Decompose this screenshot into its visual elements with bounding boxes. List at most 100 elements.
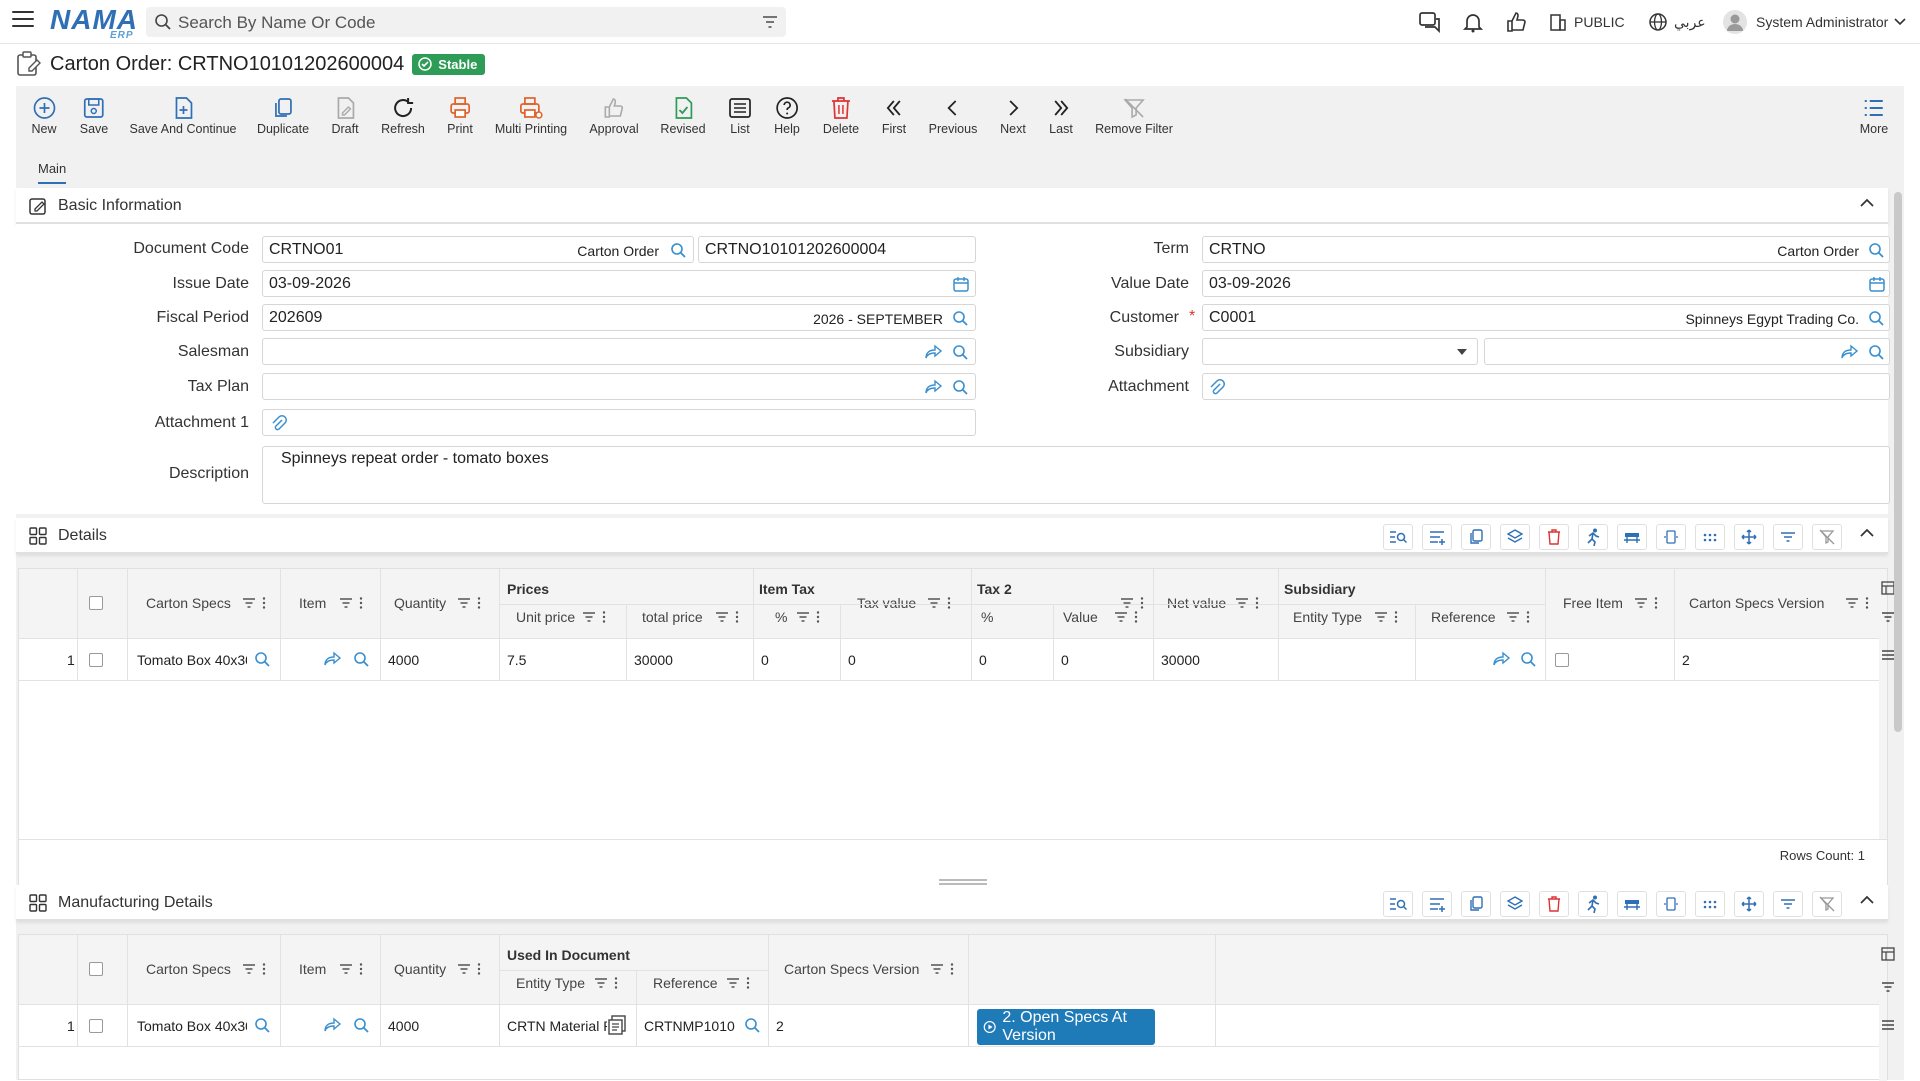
print-button[interactable]: Print [447, 94, 473, 136]
col-entity-type[interactable]: Entity Type [516, 975, 585, 991]
app-logo[interactable]: NAMA ERP [50, 4, 138, 41]
customer-field[interactable]: C0001 Spinneys Egypt Trading Co. [1202, 304, 1890, 331]
open-specs-at-version-button[interactable]: 2. Open Specs At Version [977, 1009, 1155, 1045]
more-button[interactable]: More [1860, 94, 1888, 136]
cell-net-value[interactable]: 30000 [1161, 652, 1200, 668]
new-button[interactable]: New [31, 94, 57, 136]
table-settings-button[interactable] [1617, 891, 1647, 917]
select-all-checkbox[interactable] [89, 596, 103, 610]
first-button[interactable]: First [882, 94, 906, 136]
column-filter-icon[interactable] [594, 976, 620, 990]
remove-filter-button[interactable]: Remove Filter [1095, 94, 1173, 136]
delete-rows-button[interactable] [1539, 524, 1569, 550]
lookup-icon[interactable] [253, 650, 271, 668]
col-net-value[interactable]: Net value [1167, 595, 1226, 611]
menu-lines-icon[interactable] [1881, 1019, 1895, 1031]
multi-printing-button[interactable]: Multi Printing [495, 94, 567, 136]
tax-plan-field[interactable] [262, 373, 976, 400]
term-field[interactable]: CRTNO Carton Order [1202, 236, 1890, 263]
run-button[interactable] [1578, 891, 1608, 917]
cell-tax-pct[interactable]: 0 [761, 652, 769, 668]
refresh-button[interactable]: Refresh [381, 94, 425, 136]
cell-tax-value[interactable]: 0 [848, 652, 856, 668]
column-filter-icon[interactable] [1120, 596, 1146, 610]
cell-carton-specs-version[interactable]: 2 [776, 1018, 784, 1034]
delete-button[interactable]: Delete [823, 94, 859, 136]
cell-reference[interactable]: CRTNMP1010 [644, 1018, 739, 1034]
table-settings-button[interactable] [1617, 524, 1647, 550]
cell-carton-specs-version[interactable]: 2 [1682, 652, 1690, 668]
filter-rows-button[interactable] [1773, 524, 1803, 550]
column-filter-icon[interactable] [927, 596, 953, 610]
col-carton-specs-version[interactable]: Carton Specs Version [784, 961, 919, 977]
help-button[interactable]: Help [774, 94, 800, 136]
col-reference[interactable]: Reference [653, 975, 718, 991]
fiscal-period-field[interactable]: 202609 2026 - SEPTEMBER [262, 304, 976, 331]
details-section-header[interactable]: Details [16, 518, 1888, 554]
public-selector[interactable]: PUBLIC [1548, 0, 1625, 44]
layers-button[interactable] [1500, 524, 1530, 550]
share-icon[interactable] [925, 379, 943, 395]
free-item-checkbox[interactable] [1555, 653, 1569, 667]
run-button[interactable] [1578, 524, 1608, 550]
document-stack-icon[interactable] [607, 1014, 629, 1036]
row-checkbox[interactable] [89, 1019, 103, 1033]
clear-filter-button[interactable] [1812, 891, 1842, 917]
document-code-field[interactable]: CRTNO01 Carton Order [262, 236, 694, 263]
cell-carton-specs[interactable]: Tomato Box 40x30 [137, 652, 247, 668]
row-checkbox[interactable] [89, 653, 103, 667]
menu-lines-icon[interactable] [1881, 649, 1895, 661]
chevron-up-icon[interactable] [1860, 895, 1874, 905]
column-filter-icon[interactable] [930, 962, 956, 976]
duplicate-button[interactable]: Duplicate [257, 94, 309, 136]
subsidiary-field[interactable] [1484, 338, 1890, 365]
user-menu[interactable]: System Administrator [1722, 0, 1906, 44]
clear-filter-button[interactable] [1812, 524, 1842, 550]
column-filter-icon[interactable] [1506, 610, 1532, 624]
col-free-item[interactable]: Free Item [1563, 595, 1623, 611]
attachment-field[interactable] [1202, 373, 1890, 400]
share-icon[interactable] [324, 651, 342, 667]
column-filter-icon[interactable] [1634, 596, 1660, 610]
salesman-field[interactable] [262, 338, 976, 365]
layers-button[interactable] [1500, 891, 1530, 917]
lookup-icon[interactable] [669, 241, 687, 259]
col-reference[interactable]: Reference [1431, 609, 1496, 625]
last-button[interactable]: Last [1049, 94, 1073, 136]
filter-icon[interactable] [762, 15, 778, 29]
col-quantity[interactable]: Quantity [394, 595, 446, 611]
share-icon[interactable] [1841, 344, 1859, 360]
filter-icon[interactable] [1881, 981, 1895, 993]
cell-tax2-value[interactable]: 0 [1061, 652, 1069, 668]
bell-icon[interactable] [1462, 0, 1484, 44]
column-filter-icon[interactable] [339, 596, 365, 610]
col-entity-type[interactable]: Entity Type [1293, 609, 1362, 625]
col-carton-specs[interactable]: Carton Specs [146, 961, 231, 977]
column-width-button[interactable] [1656, 524, 1686, 550]
copy-rows-button[interactable] [1461, 891, 1491, 917]
column-filter-icon[interactable] [582, 610, 608, 624]
add-rows-button[interactable] [1422, 524, 1452, 550]
add-rows-button[interactable] [1422, 891, 1452, 917]
column-width-button[interactable] [1656, 891, 1686, 917]
col-carton-specs-version[interactable]: Carton Specs Version [1689, 595, 1824, 611]
search-input[interactable]: Search By Name Or Code [178, 13, 375, 33]
col-unit-price[interactable]: Unit price [516, 609, 575, 625]
dots-grid-button[interactable] [1695, 524, 1725, 550]
lookup-icon[interactable] [1867, 309, 1885, 327]
share-icon[interactable] [324, 1017, 342, 1033]
select-all-checkbox[interactable] [89, 962, 103, 976]
chat-icon[interactable] [1418, 0, 1442, 44]
lookup-icon[interactable] [1519, 650, 1537, 668]
col-total-price[interactable]: total price [642, 609, 703, 625]
column-filter-icon[interactable] [715, 610, 741, 624]
cell-unit-price[interactable]: 7.5 [507, 652, 526, 668]
copy-rows-button[interactable] [1461, 524, 1491, 550]
page-scrollbar[interactable] [1894, 192, 1902, 732]
lookup-icon[interactable] [352, 650, 370, 668]
cell-carton-specs[interactable]: Tomato Box 40x30 [137, 1018, 247, 1034]
lookup-icon[interactable] [743, 1016, 761, 1034]
col-quantity[interactable]: Quantity [394, 961, 446, 977]
lookup-icon[interactable] [1867, 241, 1885, 259]
save-and-continue-button[interactable]: Save And Continue [129, 94, 237, 136]
